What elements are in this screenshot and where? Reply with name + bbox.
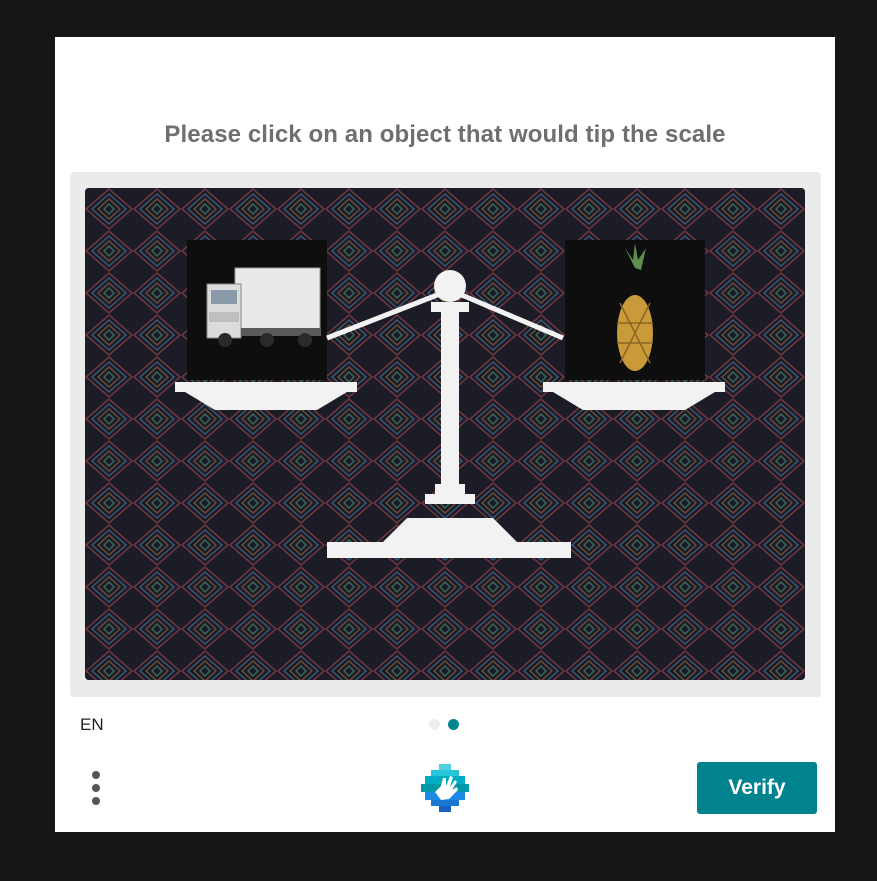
pager-dot-1[interactable]: [429, 719, 440, 730]
challenge-image[interactable]: [85, 188, 805, 680]
challenge-prompt: Please click on an object that would tip…: [164, 121, 726, 148]
truck-object[interactable]: [187, 240, 327, 380]
challenge-pager: [429, 719, 459, 730]
hcaptcha-logo-icon: [419, 762, 471, 814]
language-selector[interactable]: EN: [80, 715, 104, 735]
challenge-frame: [70, 172, 821, 697]
more-options-icon[interactable]: [83, 767, 111, 807]
captcha-dialog: Please click on an object that would tip…: [55, 37, 835, 832]
verify-button[interactable]: Verify: [697, 762, 817, 814]
pager-dot-2[interactable]: [448, 719, 459, 730]
pineapple-object[interactable]: [565, 240, 705, 380]
